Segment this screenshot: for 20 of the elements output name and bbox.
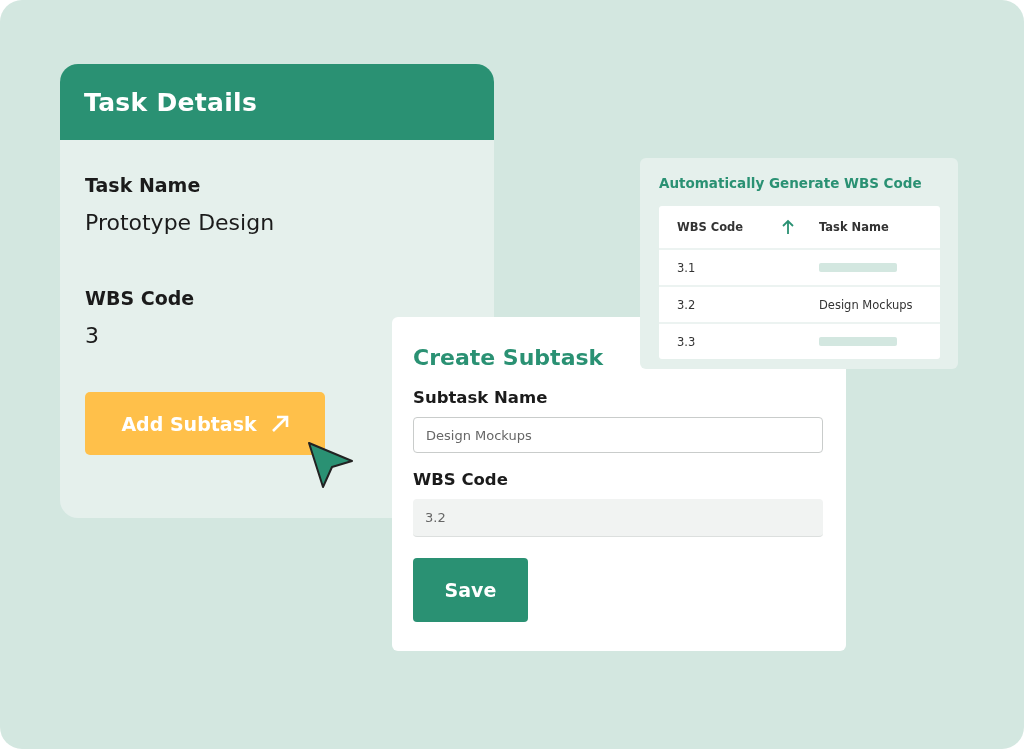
panel-title: Automatically Generate WBS Code (659, 175, 923, 191)
table-cell-text: 3.2 (677, 297, 697, 312)
cursor-icon (306, 440, 354, 490)
field-label: Task Name (85, 174, 201, 196)
table-cell-text: 3.1 (677, 260, 697, 275)
field-label: WBS Code (413, 470, 509, 489)
field-value: Prototype Design (85, 210, 275, 235)
form-title: Create Subtask (413, 345, 605, 370)
sort-arrow-icon[interactable] (781, 219, 795, 235)
save-button[interactable]: Save (413, 558, 528, 622)
column-header[interactable]: WBS Code (677, 220, 744, 234)
table-cell-text: Design Mockups (819, 297, 914, 312)
column-header[interactable]: Task Name (819, 220, 889, 234)
arrow-icon (270, 414, 289, 433)
field-label: WBS Code (85, 287, 195, 309)
card-title: Task Details (60, 64, 494, 140)
field-value: 3 (85, 323, 99, 348)
input-field[interactable]: Design Mockups (413, 417, 823, 453)
field-label: Subtask Name (413, 388, 549, 407)
table-cell-text: 3.3 (677, 334, 697, 349)
